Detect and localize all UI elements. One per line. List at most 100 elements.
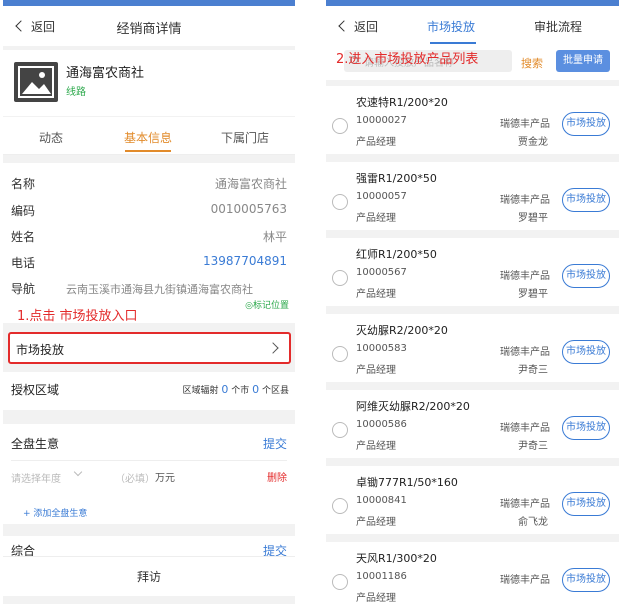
chevron-left-icon [338,20,350,32]
info-value: 通海富农商社 [214,177,287,191]
info-label: 名称 [11,177,36,191]
annotation-step-1: 1.点击 市场投放入口 [17,309,138,324]
info-label: 导航 [11,282,36,296]
year-select[interactable]: 请选择年度 [11,470,61,485]
product-name: 卓锄777R1/50*160 [356,476,458,489]
info-label: 电话 [11,256,36,270]
product-card: 农速特R1/200*20 10000027 产品经理 瑞德丰产品 贾金龙 市场投放 [326,86,619,154]
delete-button[interactable]: 删除 [267,469,287,484]
product-code: 10000583 [356,343,407,354]
address-value[interactable]: 云南玉溪市通海县九街镇通海富农商社 [66,281,253,297]
info-label: 编码 [11,204,36,218]
nav-bar: 返回 经销商详情 [3,6,295,46]
unit-label: 万元 [155,473,175,484]
product-name: 灭幼脲R2/200*20 [356,324,448,337]
product-manager: 尹奇三 [518,441,548,452]
product-code: 10001186 [356,571,407,582]
product-name: 阿维灭幼脲R2/200*20 [356,400,470,413]
page-title: 经销商详情 [116,22,182,37]
market-button[interactable]: 市场投放 [562,112,610,136]
product-brand: 瑞德丰产品 [500,499,550,510]
back-button[interactable]: 返回 [338,18,379,35]
select-radio[interactable] [332,270,348,286]
product-brand: 瑞德丰产品 [500,575,550,586]
product-brand: 瑞德丰产品 [500,119,550,130]
select-radio[interactable] [332,574,348,590]
tab-market[interactable]: 市场投放 [427,18,475,35]
amount-input[interactable]: （必填） [115,470,155,485]
chevron-right-icon [267,342,279,354]
product-role: 产品经理 [356,593,396,604]
select-radio[interactable] [332,194,348,210]
back-label: 返回 [354,20,379,34]
product-manager: 贾金龙 [518,137,548,148]
auth-suffix: 个区县 [261,386,289,396]
info-value: 0010005763 [210,202,287,216]
submit-button[interactable]: 提交 [263,542,287,556]
product-card: 灭幼脲R2/200*20 10000583 产品经理 瑞德丰产品 尹奇三 市场投放 [326,314,619,382]
city-count: 0 [221,383,229,396]
phone-link[interactable]: 13987704891 [203,254,287,268]
detail-tabs: 动态 基本信息 下属门店 [3,117,295,155]
market-button[interactable]: 市场投放 [562,568,610,592]
select-radio[interactable] [332,118,348,134]
add-business-button[interactable]: + 添加全盘生意 [23,506,87,519]
select-radio[interactable] [332,346,348,362]
product-role: 产品经理 [356,517,396,528]
auth-mid: 个市 [231,386,250,396]
product-card: 卓锄777R1/50*160 10000841 产品经理 瑞德丰产品俞飞龙 市场投放 [326,466,619,534]
info-row-code: 编码 0010005763 [11,202,289,222]
select-radio[interactable] [332,498,348,514]
market-entry-label: 市场投放 [16,343,65,357]
info-row-contact: 姓名 林平 [11,228,289,248]
summary-section: 综合 提交 [3,536,295,556]
product-name: 强雷R1/200*50 [356,172,437,185]
product-name: 天风R1/300*20 [356,552,437,565]
product-card: 阿维灭幼脲R2/200*20 10000586 产品经理 瑞德丰产品 尹奇三 市场投放 [326,390,619,458]
bottom-bar: 拜访 [3,556,295,596]
market-button[interactable]: 市场投放 [562,264,610,288]
mark-location-link[interactable]: ◎标记位置 [245,298,289,311]
market-entry-row[interactable]: 市场投放 [8,332,291,364]
chevron-down-icon [73,467,83,477]
market-button[interactable]: 市场投放 [562,492,610,516]
product-manager: 罗碧平 [518,213,548,224]
product-code: 10000841 [356,495,407,506]
market-button[interactable]: 市场投放 [562,416,610,440]
auth-area-row[interactable]: 授权区域 区域辐射 0 个市 0 个区县 [3,372,295,410]
market-button[interactable]: 市场投放 [562,340,610,364]
product-manager: 罗碧平 [518,289,548,300]
section-title: 全盘生意 [11,437,60,451]
tab-approval[interactable]: 审批流程 [534,18,582,35]
tab-stores[interactable]: 下属门店 [205,129,285,146]
product-role: 产品经理 [356,365,396,376]
product-brand: 瑞德丰产品 [500,347,550,358]
auth-prefix: 区域辐射 [182,386,219,396]
product-role: 产品经理 [356,289,396,300]
select-radio[interactable] [332,422,348,438]
batch-apply-button[interactable]: 批量申请 [556,50,610,72]
info-row-address: 导航 云南玉溪市通海县九街镇通海富农商社 [11,280,289,300]
info-label: 姓名 [11,230,36,244]
info-value: 林平 [262,230,287,244]
product-role: 产品经理 [356,213,396,224]
market-button[interactable]: 市场投放 [562,188,610,212]
auth-area-label: 授权区域 [11,383,60,397]
dealer-status: 线路 [66,87,86,98]
product-code: 10000057 [356,191,407,202]
product-card: 红师R1/200*50 10000567 产品经理 瑞德丰产品 罗碧平 市场投放 [326,238,619,306]
product-card: 强雷R1/200*50 10000057 产品经理 瑞德丰产品 罗碧平 市场投放 [326,162,619,230]
dealer-profile: 通海富农商社 线路 [3,50,295,116]
product-manager: 俞飞龙 [518,517,548,528]
tab-indicator [430,42,476,44]
tab-activity[interactable]: 动态 [11,129,91,146]
auth-area-summary: 区域辐射 0 个市 0 个区县 [182,383,289,396]
product-brand: 瑞德丰产品 [500,271,550,282]
visit-button[interactable]: 拜访 [3,568,295,585]
tab-basic-info[interactable]: 基本信息 [108,129,188,146]
product-code: 10000567 [356,267,407,278]
submit-button[interactable]: 提交 [263,435,287,452]
product-role: 产品经理 [356,137,396,148]
info-row-phone: 电话 13987704891 [11,254,289,274]
search-button[interactable]: 搜索 [521,55,543,71]
